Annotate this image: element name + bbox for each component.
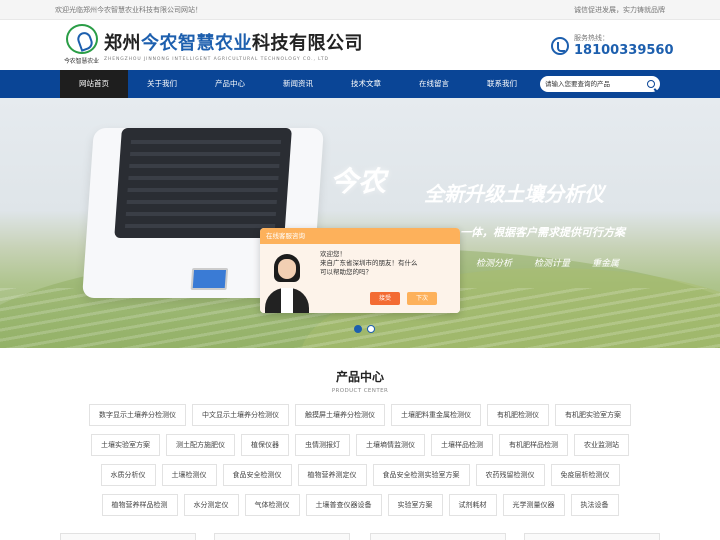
product-card[interactable] [60,533,196,540]
product-tag[interactable]: 虫情测报灯 [295,434,350,456]
nav-item-articles[interactable]: 技术文章 [332,70,400,98]
product-card[interactable] [524,533,660,540]
slogan-text: 诚信促进发展，实力铸就品牌 [574,6,665,14]
hotline-label: 服务热线： [574,34,609,42]
banner-feature: 检测计量 [534,259,571,269]
product-tag[interactable]: 有机肥样品检测 [499,434,568,456]
logo-text: 今农智慧农业 [64,58,99,65]
chat-line-2: 可以帮助您的吗？ [320,268,372,276]
product-tag[interactable]: 免疫层析检测仪 [550,464,620,486]
main-nav: 网站首页 关于我们 产品中心 新闻资讯 技术文章 在线留言 联系我们 [0,70,720,98]
product-tag[interactable]: 有机肥实验室方案 [555,404,631,426]
nav-item-contact[interactable]: 联系我们 [468,70,536,98]
hotline: 服务热线： 18100339560 [551,33,674,58]
product-tag[interactable]: 气体检测仪 [244,494,300,516]
product-tag[interactable]: 试剂耗材 [448,494,497,516]
leaf-logo-icon [66,24,98,54]
product-tag[interactable]: 农药残留检测仪 [475,464,545,486]
welcome-text: 欢迎光临郑州今农智慧农业科技有限公司网站！ [55,6,202,14]
banner-features: 检测分析 检测计量 重金属 [476,256,619,269]
product-tag[interactable]: 植保仪器 [241,434,289,456]
banner-subline: 一体，根据客户需求提供可行方案 [460,226,625,239]
chat-line-1: 来自广东省深圳市的朋友！有什么 [320,259,418,267]
product-tag[interactable]: 土壤肥料重金属检测仪 [391,404,481,426]
search-input[interactable] [545,80,645,88]
product-tags: 数字显示土壤养分检测仪 中文显示土壤养分检测仪 触摸屏土壤养分检测仪 土壤肥料重… [0,404,720,524]
search-icon[interactable] [647,80,655,88]
product-tag[interactable]: 执法设备 [570,494,619,516]
product-tag[interactable]: 中文显示土壤养分检测仪 [192,404,289,426]
search-box [540,76,660,92]
product-tag[interactable]: 数字显示土壤养分检测仪 [89,404,186,426]
nav-item-message[interactable]: 在线留言 [400,70,468,98]
agent-avatar [260,244,314,313]
hotline-number: 18100339560 [574,43,674,58]
nav-item-about[interactable]: 关于我们 [128,70,196,98]
phone-icon [551,36,569,55]
product-tag[interactable]: 光学测量仪器 [502,494,565,516]
product-tag[interactable]: 水质分析仪 [100,464,156,486]
chat-popup: 在线客服咨询 欢迎您！ 来自广东省深圳市的朋友！有什么 可以帮助您的吗？ 接受 … [260,228,460,313]
banner-feature: 检测分析 [476,259,513,269]
nav-item-news[interactable]: 新闻资讯 [264,70,332,98]
company-prefix: 郑州 [104,33,141,54]
product-tag[interactable]: 触摸屏土壤养分检测仪 [295,404,385,426]
product-card[interactable] [370,533,506,540]
product-cards-row [0,533,720,540]
product-tag[interactable]: 实验室方案 [387,494,443,516]
product-tag[interactable]: 土壤检测仪 [161,464,217,486]
chat-header: 在线客服咨询 [260,228,460,244]
product-card[interactable] [214,533,350,540]
banner-brand: 今农 [330,165,387,198]
product-tag[interactable]: 食品安全检测实验室方案 [372,464,470,486]
product-tag[interactable]: 土壤实验室方案 [91,434,160,456]
product-tag[interactable]: 土壤墒情监测仪 [356,434,425,456]
carousel-dot-2[interactable] [367,325,375,333]
company-highlight: 今农智慧农业 [141,33,252,54]
banner-headline: 全新升级土壤分析仪 [424,182,604,206]
section-subtitle: PRODUCT CENTER [331,388,389,394]
product-tag[interactable]: 土壤普查仪器设备 [305,494,382,516]
nav-item-products[interactable]: 产品中心 [196,70,264,98]
product-tag[interactable]: 水分测定仪 [183,494,239,516]
product-tag[interactable]: 植物营养样品检测 [101,494,178,516]
chat-greeting: 欢迎您！ [320,250,346,258]
chat-later-button[interactable]: 下次 [407,292,437,305]
product-tag[interactable]: 农业监测站 [574,434,629,456]
product-tag[interactable]: 测土配方施肥仪 [166,434,235,456]
banner-feature: 重金属 [592,259,620,269]
carousel-dots [354,325,375,333]
product-tag[interactable]: 土壤样品检测 [431,434,493,456]
top-bar: 欢迎光临郑州今农智慧农业科技有限公司网站！ 诚信促进发展，实力铸就品牌 [0,0,720,20]
section-title: 产品中心 [335,370,384,384]
company-suffix: 科技有限公司 [252,33,363,54]
company-name-en: ZHENGZHOU JINNONG INTELLIGENT AGRICULTUR… [104,57,329,62]
product-tag[interactable]: 食品安全检测仪 [222,464,292,486]
nav-item-home[interactable]: 网站首页 [60,70,128,98]
chat-accept-button[interactable]: 接受 [370,292,400,305]
product-tag[interactable]: 有机肥检测仪 [487,404,549,426]
site-header: 今农智慧农业 郑州今农智慧农业科技有限公司 ZHENGZHOU JINNONG … [0,20,720,70]
product-tag[interactable]: 植物营养测定仪 [297,464,367,486]
company-name: 郑州今农智慧农业科技有限公司 ZHENGZHOU JINNONG INTELLI… [104,29,363,62]
company-logo[interactable]: 今农智慧农业 [64,24,100,66]
carousel-dot-1[interactable] [354,325,362,333]
product-center: 产品中心 PRODUCT CENTER 数字显示土壤养分检测仪 中文显示土壤养分… [0,368,720,516]
